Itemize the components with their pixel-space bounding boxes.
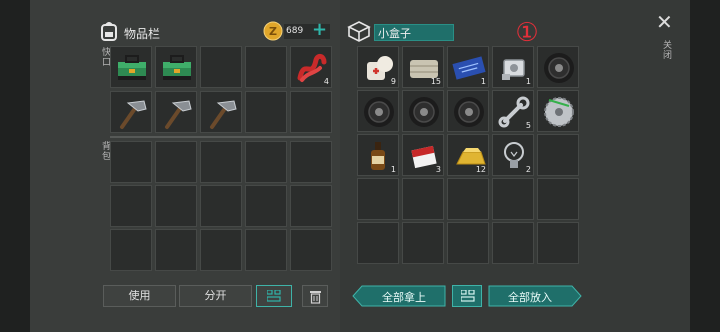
tire-icon	[544, 53, 574, 83]
backpack-slot[interactable]	[155, 185, 197, 227]
inventory-title: 物品栏	[124, 27, 161, 41]
backpack-slot[interactable]	[290, 229, 332, 271]
box-slot[interactable]	[537, 134, 579, 176]
sort-button[interactable]	[256, 285, 292, 307]
box-slot[interactable]: 15	[402, 46, 444, 88]
quick-slot[interactable]	[200, 46, 242, 88]
item-quantity: 12	[475, 165, 486, 174]
item-quantity: 1	[525, 77, 531, 86]
left-frame	[0, 0, 30, 332]
item-quantity: 15	[430, 77, 441, 86]
box-title: 小盒子	[378, 27, 411, 40]
backpack-slot[interactable]	[110, 229, 152, 271]
use-button[interactable]: 使用	[103, 285, 176, 307]
coin-count: 689	[286, 26, 304, 36]
backpack-slot[interactable]	[200, 141, 242, 183]
box-slot[interactable]	[492, 178, 534, 220]
box-slot[interactable]	[357, 178, 399, 220]
split-button[interactable]: 分开	[179, 285, 252, 307]
quick-slot[interactable]	[110, 91, 152, 133]
backpack-slot[interactable]	[290, 141, 332, 183]
box-slot[interactable]	[357, 222, 399, 264]
box-sort-button[interactable]	[452, 285, 482, 307]
box-slot[interactable]	[402, 178, 444, 220]
backpack-slot[interactable]	[290, 185, 332, 227]
trash-button[interactable]	[302, 285, 328, 307]
toolbox-icon	[163, 55, 191, 80]
item-quantity: 1	[480, 77, 486, 86]
backpack-slot[interactable]	[200, 229, 242, 271]
put-all-button[interactable]: 全部放入	[488, 289, 572, 305]
take-all-button[interactable]: 全部拿上	[362, 289, 446, 305]
box-icon	[347, 21, 371, 42]
box-slot[interactable]	[357, 90, 399, 132]
box-slot[interactable]	[537, 46, 579, 88]
quick-slot[interactable]	[290, 91, 332, 133]
hammer-icon	[165, 100, 192, 129]
box-slot[interactable]: 2	[492, 134, 534, 176]
item-quantity: 3	[435, 165, 441, 174]
quick-slot[interactable]	[110, 46, 152, 88]
svg-text:Z: Z	[269, 25, 277, 38]
box-slot[interactable]	[447, 90, 489, 132]
backpack-slot[interactable]	[245, 229, 287, 271]
backpack-slot[interactable]	[245, 185, 287, 227]
box-slot[interactable]: 1	[492, 46, 534, 88]
tire-icon	[409, 97, 439, 127]
item-quantity: 1	[390, 165, 396, 174]
box-slot[interactable]: 12	[447, 134, 489, 176]
quick-slot[interactable]	[155, 91, 197, 133]
backpack-slot[interactable]	[155, 141, 197, 183]
sort-grid-icon	[461, 290, 475, 302]
saw-blade-icon	[544, 97, 574, 127]
toolbox-icon	[118, 55, 146, 80]
box-slot[interactable]: 9	[357, 46, 399, 88]
backpack-slot[interactable]	[110, 141, 152, 183]
box-slot[interactable]	[402, 90, 444, 132]
backpack-slot[interactable]	[110, 185, 152, 227]
box-slot[interactable]	[492, 222, 534, 264]
backpack-slot[interactable]	[155, 229, 197, 271]
box-slot[interactable]	[537, 90, 579, 132]
close-icon[interactable]: ✕	[656, 10, 673, 34]
backpack-slot[interactable]	[245, 141, 287, 183]
hammer-icon	[120, 100, 147, 129]
box-slot[interactable]	[537, 178, 579, 220]
add-coins-button[interactable]: +	[312, 19, 327, 40]
item-quantity: 5	[525, 121, 531, 130]
quick-slot[interactable]	[245, 46, 287, 88]
step-badge: ①	[515, 18, 539, 48]
trash-icon	[310, 291, 321, 304]
quick-slot[interactable]	[200, 91, 242, 133]
box-slot[interactable]	[447, 178, 489, 220]
box-slot[interactable]: 5	[492, 90, 534, 132]
item-quantity: 9	[390, 77, 396, 86]
quick-slot[interactable]: 4	[290, 46, 332, 88]
box-slot[interactable]: 1	[447, 46, 489, 88]
section-divider	[110, 136, 330, 138]
box-slot[interactable]	[537, 222, 579, 264]
tire-icon	[454, 97, 484, 127]
box-slot[interactable]: 3	[402, 134, 444, 176]
quick-slot[interactable]	[155, 46, 197, 88]
close-label[interactable]: 关闭	[660, 40, 673, 60]
box-slot[interactable]	[402, 222, 444, 264]
sort-grid-icon	[267, 290, 281, 302]
box-slot[interactable]: 1	[357, 134, 399, 176]
backpack-slot[interactable]	[200, 185, 242, 227]
box-slot[interactable]	[447, 222, 489, 264]
quick-slot[interactable]	[245, 91, 287, 133]
hammer-icon	[210, 100, 237, 129]
item-quantity: 4	[323, 77, 329, 86]
coin-icon: Z	[263, 21, 283, 41]
backpack-icon	[101, 22, 117, 41]
tire-icon	[364, 97, 394, 127]
item-quantity: 2	[525, 165, 531, 174]
right-frame	[690, 0, 720, 332]
